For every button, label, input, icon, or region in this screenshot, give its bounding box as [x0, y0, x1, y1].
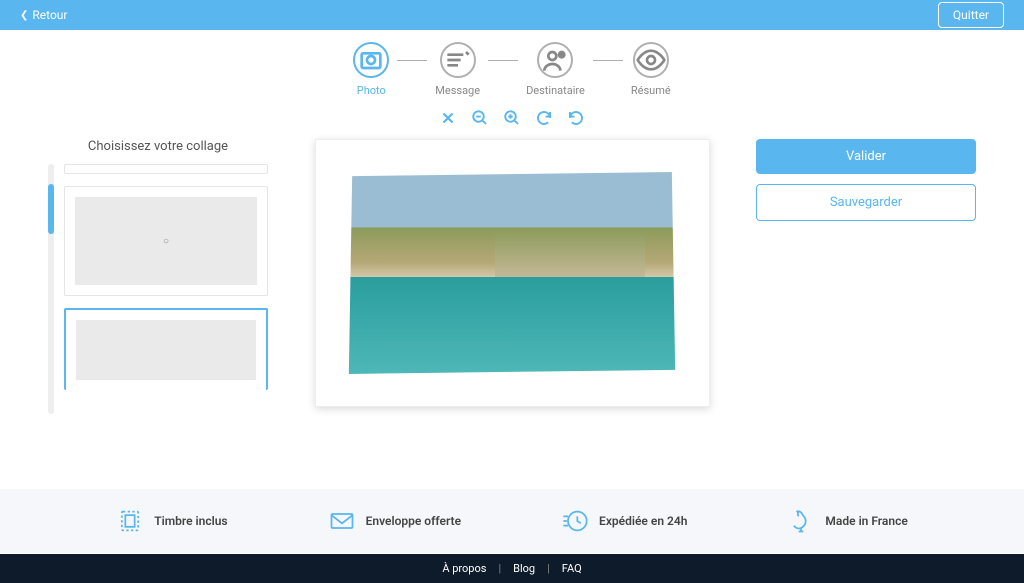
rotate-right-tool[interactable] [535, 109, 553, 127]
clock-icon [561, 507, 589, 535]
footer-about[interactable]: À propos [442, 562, 486, 575]
feature-shipping: Expédiée en 24h [561, 507, 687, 535]
step-divider [488, 60, 518, 61]
collage-template[interactable] [64, 186, 268, 296]
back-label: Retour [32, 8, 67, 22]
photo-preview [346, 170, 679, 376]
collage-template-selected[interactable] [64, 308, 268, 390]
step-summary[interactable]: Résumé [631, 42, 671, 97]
rotate-right-icon [535, 109, 553, 127]
actions: Valider Sauvegarder [756, 139, 976, 221]
collage-template[interactable] [64, 164, 268, 174]
footer-separator: | [547, 562, 550, 575]
feature-label: Enveloppe offerte [366, 514, 461, 528]
footer-blog[interactable]: Blog [513, 562, 535, 575]
step-divider [397, 60, 427, 61]
rotate-left-tool[interactable] [567, 109, 585, 127]
stamp-icon [116, 507, 144, 535]
footer: À propos | Blog | FAQ [0, 554, 1024, 583]
toolbar [0, 109, 1024, 127]
validate-button[interactable]: Valider [756, 139, 976, 174]
sidebar-title: Choisissez votre collage [48, 139, 268, 154]
close-tool[interactable] [439, 109, 457, 127]
footer-faq[interactable]: FAQ [562, 562, 582, 575]
step-label: Message [435, 84, 480, 97]
eye-icon [635, 44, 667, 76]
step-recipient[interactable]: Destinataire [526, 42, 585, 97]
footer-separator: | [498, 562, 501, 575]
save-button[interactable]: Sauvegarder [756, 184, 976, 221]
step-label: Destinataire [526, 84, 585, 97]
photo-icon [355, 44, 387, 76]
recipient-icon [539, 44, 571, 76]
zoom-out-tool[interactable] [471, 109, 489, 127]
scroll-thumb[interactable] [48, 184, 54, 234]
feature-label: Expédiée en 24h [599, 514, 687, 528]
feature-envelope: Enveloppe offerte [328, 507, 461, 535]
step-label: Photo [357, 84, 386, 97]
step-message[interactable]: Message [435, 42, 480, 97]
validate-label: Valider [846, 149, 886, 164]
zoom-in-icon [503, 109, 521, 127]
photo-frame[interactable] [315, 139, 710, 407]
features-bar: Timbre inclus Enveloppe offerte Expédiée… [0, 489, 1024, 553]
zoom-out-icon [471, 109, 489, 127]
feature-label: Timbre inclus [154, 514, 227, 528]
canvas [296, 139, 728, 407]
chevron-left-icon: ❮ [20, 10, 28, 21]
zoom-in-tool[interactable] [503, 109, 521, 127]
save-label: Sauvegarder [830, 195, 902, 210]
quit-label: Quitter [953, 8, 989, 22]
message-icon [442, 44, 474, 76]
rotate-left-icon [567, 109, 585, 127]
rooster-icon [787, 507, 815, 535]
step-label: Résumé [631, 84, 671, 97]
feature-stamp: Timbre inclus [116, 507, 227, 535]
quit-button[interactable]: Quitter [938, 2, 1004, 28]
scrollbar[interactable] [48, 164, 54, 414]
feature-france: Made in France [787, 507, 907, 535]
back-button[interactable]: ❮ Retour [20, 8, 67, 22]
feature-label: Made in France [825, 514, 907, 528]
close-icon [439, 109, 457, 127]
step-photo[interactable]: Photo [353, 42, 389, 97]
step-divider [593, 60, 623, 61]
sidebar: Choisissez votre collage [48, 139, 268, 414]
stepper: Photo Message Destinataire Résumé [0, 42, 1024, 97]
envelope-icon [328, 507, 356, 535]
